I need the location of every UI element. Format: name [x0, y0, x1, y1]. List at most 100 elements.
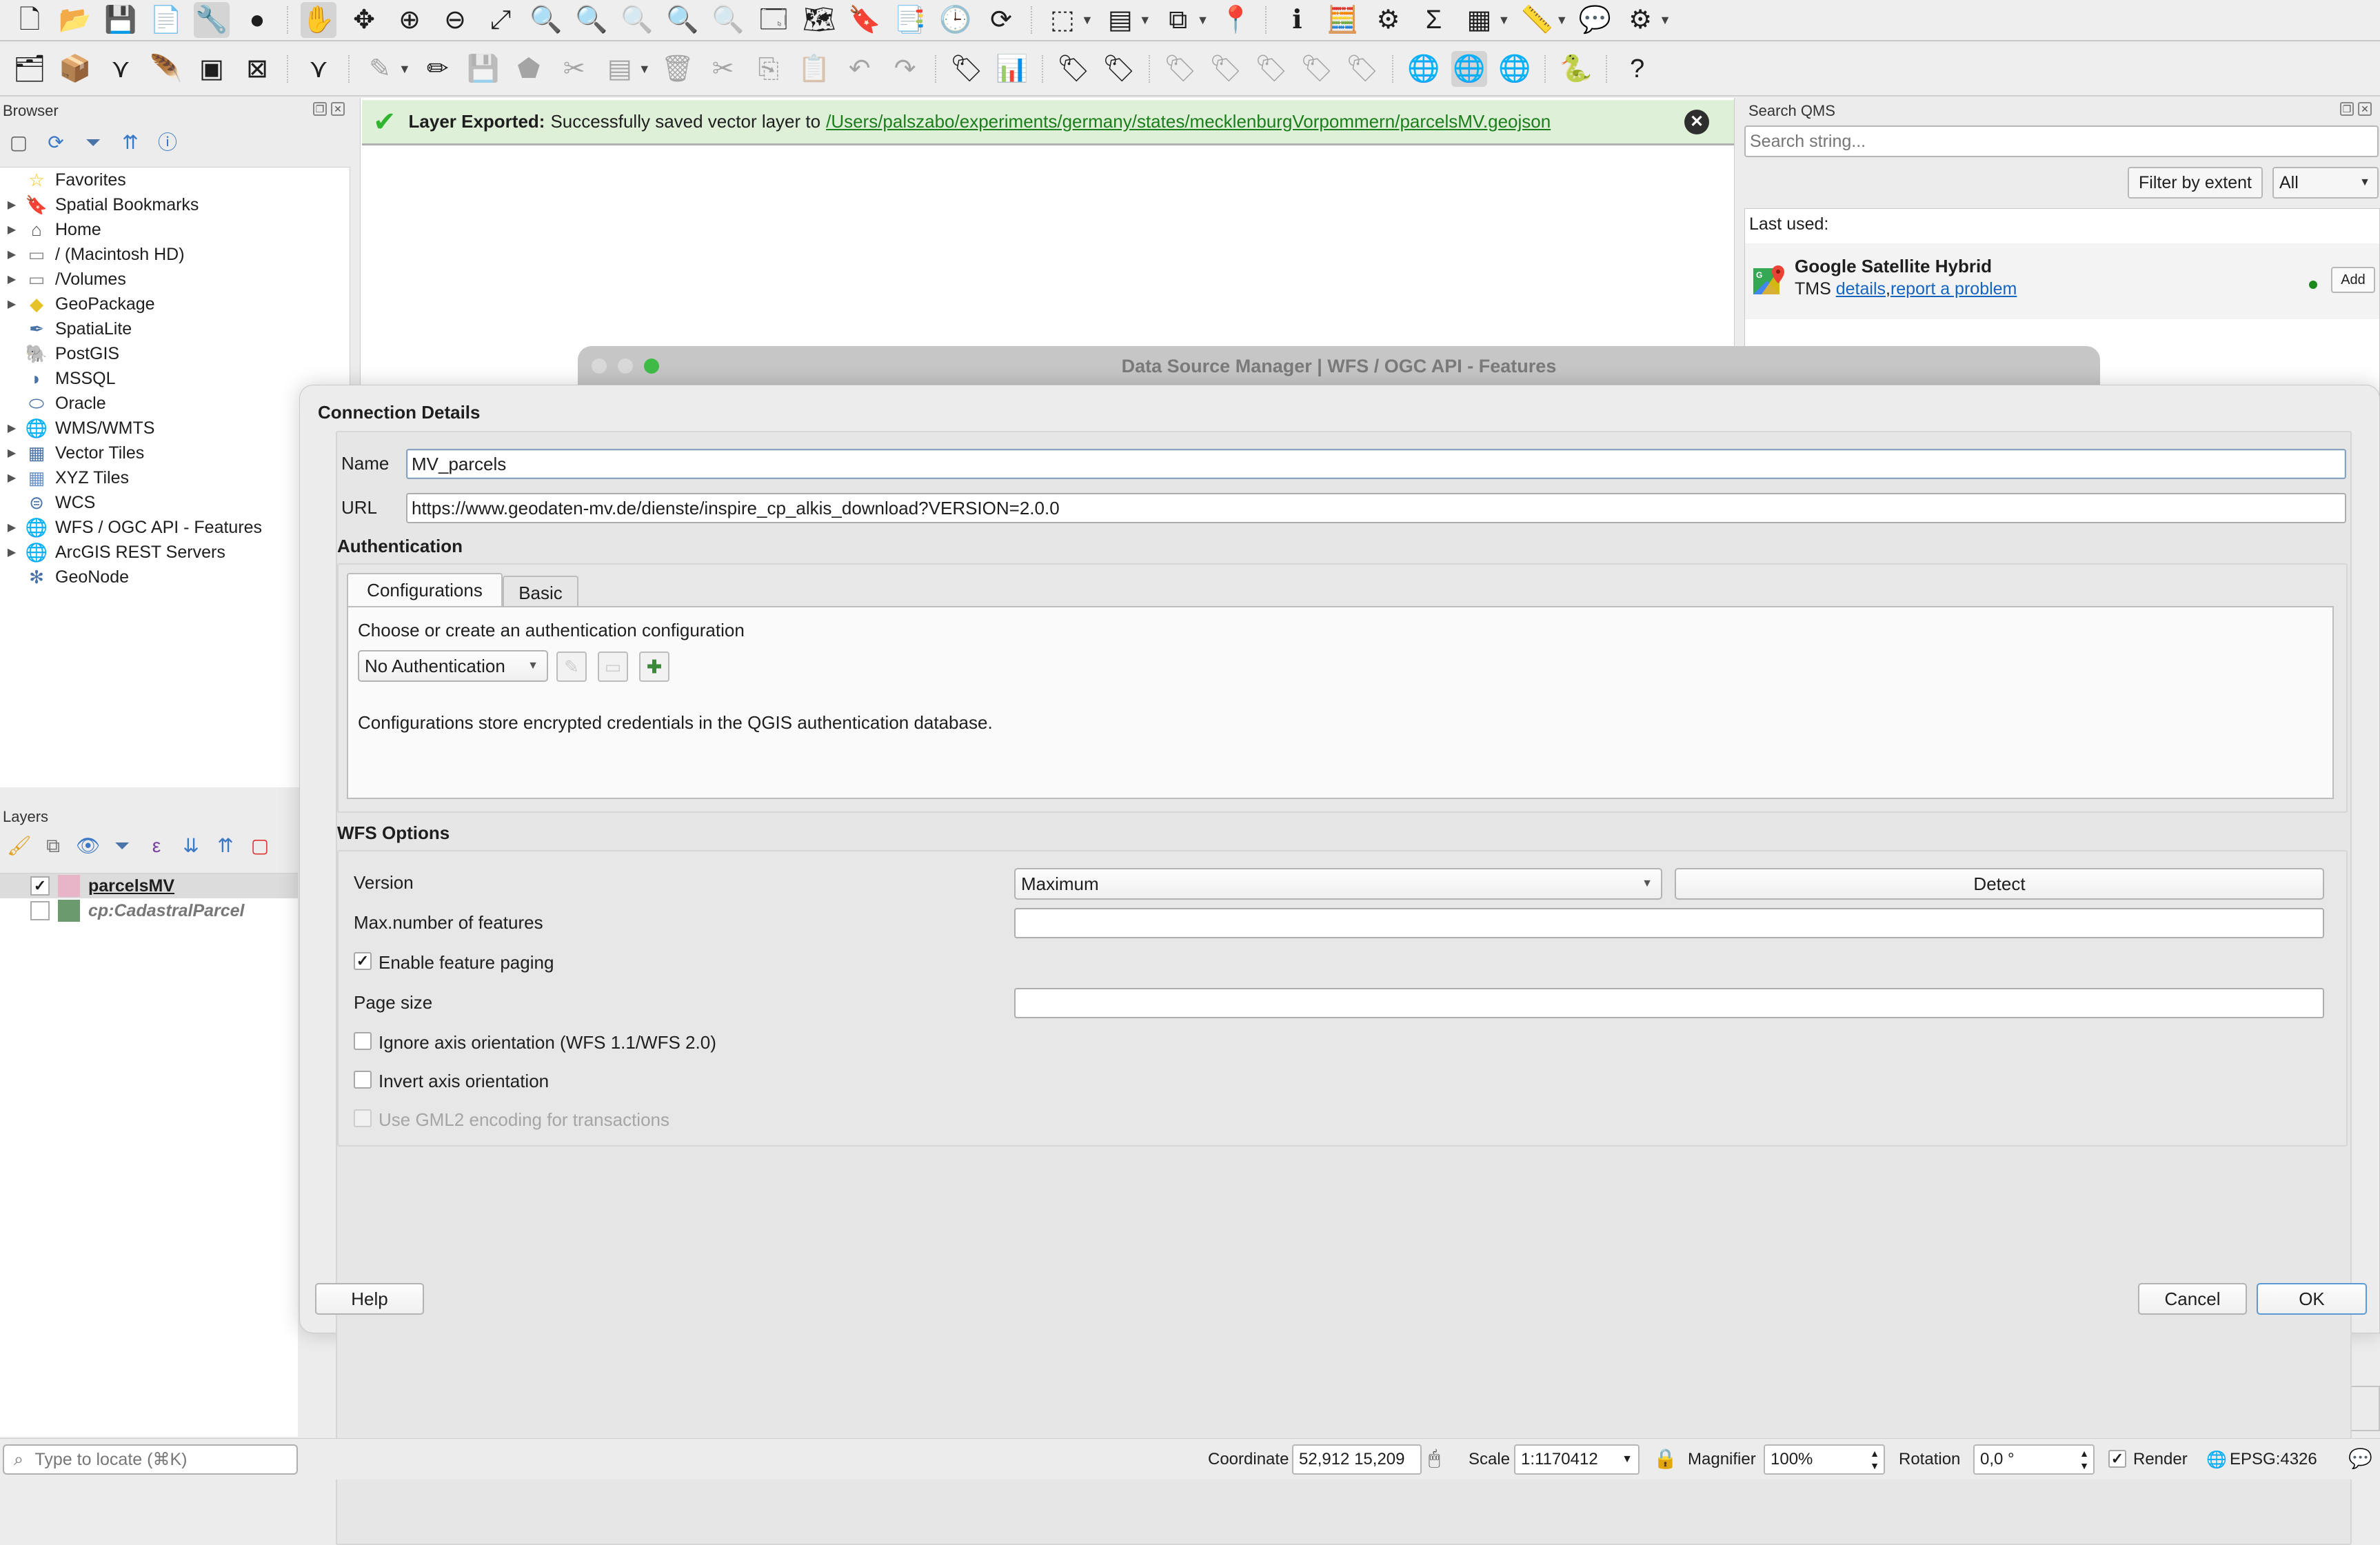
deselect-features-icon[interactable]: ⧉ — [1160, 2, 1196, 38]
browser-item[interactable]: ▶ ⌂ Home — [0, 217, 350, 242]
delete-selected-icon[interactable]: 🗑 — [660, 51, 696, 87]
dropdown-arrow-icon[interactable]: ▼ — [1081, 13, 1093, 28]
qms-search-input[interactable] — [1744, 125, 2379, 157]
browser-item[interactable]: ⬭ Oracle — [0, 391, 350, 416]
tab-configurations[interactable]: Configurations — [347, 573, 503, 607]
float-panel-icon[interactable]: ❐ — [2340, 102, 2354, 116]
layer-visibility-checkbox[interactable] — [30, 901, 50, 920]
expand-arrow-icon[interactable]: ▶ — [1, 421, 22, 435]
browser-item[interactable]: ⊜ WCS — [0, 490, 350, 515]
show-bookmarks-icon[interactable]: 📑 — [892, 2, 928, 38]
paste-features-icon[interactable]: 📋 — [796, 51, 832, 87]
undo-icon[interactable]: ↶ — [842, 51, 878, 87]
map-tips-icon[interactable]: 💬 — [1577, 2, 1613, 38]
detect-button[interactable]: Detect — [1675, 868, 2324, 900]
magnifier-spinbox[interactable]: 100% ▲ ▼ — [1764, 1444, 1885, 1475]
run-action-icon[interactable]: ⚙ — [1622, 2, 1658, 38]
dropdown-arrow-icon[interactable]: ▼ — [638, 62, 651, 77]
processing-toolbox-icon[interactable]: ⚙ — [1370, 2, 1406, 38]
lock-scale-icon[interactable]: 🔒 — [1653, 1447, 1677, 1470]
qms-details-link[interactable]: details — [1836, 279, 1886, 299]
dropdown-arrow-icon[interactable]: ▼ — [1139, 13, 1151, 28]
enable-paging-checkbox[interactable]: ✓ — [354, 952, 372, 970]
layer-symbol-swatch[interactable] — [58, 900, 80, 922]
version-select[interactable]: Maximum ▼ — [1014, 868, 1662, 900]
ok-button[interactable]: OK — [2257, 1283, 2367, 1315]
add-auth-config-button[interactable]: ✚ — [639, 652, 669, 682]
zoom-native-icon[interactable]: 🔍 — [619, 2, 655, 38]
help-icon[interactable]: ? — [1620, 51, 1655, 87]
browser-item[interactable]: ▶ ◆ GeoPackage — [0, 292, 350, 316]
rotation-spinbox[interactable]: 0,0 ° ▲ ▼ — [1973, 1444, 2095, 1475]
float-panel-icon[interactable]: ❐ — [313, 102, 327, 116]
add-selected-layers-icon[interactable]: ▢ — [7, 131, 30, 154]
connection-url-input[interactable] — [406, 493, 2346, 523]
attribute-table-icon[interactable]: ▦ — [1461, 2, 1497, 38]
browser-item[interactable]: ▶ ▦ XYZ Tiles — [0, 465, 350, 490]
change-label-icon[interactable]: 🏷 — [1299, 51, 1335, 87]
browser-item[interactable]: ▶ ▭ /Volumes — [0, 267, 350, 292]
filter-expression-icon[interactable]: ε — [145, 834, 168, 858]
browser-item[interactable]: ▶ 🌐 ArcGIS REST Servers — [0, 540, 350, 565]
style-manager-icon[interactable]: ● — [239, 2, 275, 38]
crs-button[interactable]: EPSG:4326 — [2230, 1450, 2317, 1469]
remove-layer-icon[interactable]: ▢ — [248, 834, 272, 858]
collapse-all-icon[interactable]: ⇈ — [119, 131, 142, 154]
filter-by-extent-button[interactable]: Filter by extent — [2128, 167, 2263, 199]
new-3d-map-view-icon[interactable]: 🗺 — [801, 2, 837, 38]
remove-auth-config-button[interactable]: ▭ — [598, 652, 628, 682]
cancel-button[interactable]: Cancel — [2138, 1283, 2247, 1315]
expand-arrow-icon[interactable]: ▶ — [1, 272, 22, 286]
search-qms-icon[interactable]: 🌐 — [1451, 51, 1487, 87]
save-project-icon[interactable]: 💾 — [103, 2, 139, 38]
new-map-view-icon[interactable]: 🗔 — [756, 2, 791, 38]
dropdown-arrow-icon[interactable]: ▼ — [1497, 13, 1510, 28]
browser-item[interactable]: ▶ 🌐 WMS/WMTS — [0, 416, 350, 441]
dropdown-arrow-icon[interactable]: ▼ — [1659, 13, 1671, 28]
info-icon[interactable]: ⓘ — [156, 131, 179, 154]
new-project-icon[interactable]: 🗋 — [12, 2, 48, 38]
temporal-controller-icon[interactable]: 🕒 — [938, 2, 974, 38]
layer-styling-icon[interactable]: 🖌 — [7, 834, 32, 858]
layer-item[interactable]: ✓ parcelsMV — [0, 874, 298, 898]
pan-map-icon[interactable]: ✋ — [301, 2, 336, 38]
qms-binoculars-icon[interactable]: 🌐 — [1497, 51, 1533, 87]
help-button[interactable]: Help — [315, 1283, 424, 1315]
crs-globe-icon[interactable]: 🌐 — [2206, 1450, 2227, 1470]
new-spatialite-layer-icon[interactable]: 🪶 — [148, 51, 184, 87]
close-message-icon[interactable]: ✕ — [1684, 110, 1709, 134]
expand-all-icon[interactable]: ⇊ — [179, 834, 203, 858]
select-by-value-icon[interactable]: ▤ — [1102, 2, 1138, 38]
filter-icon[interactable]: ⏷ — [81, 131, 105, 154]
expand-arrow-icon[interactable]: ▶ — [1, 521, 22, 534]
expand-arrow-icon[interactable]: ▶ — [1, 471, 22, 485]
show-hide-labels-icon[interactable]: 🏷 — [1162, 51, 1198, 87]
add-polygon-feature-icon[interactable]: ⬟ — [511, 51, 547, 87]
render-checkbox[interactable]: ✓ — [2108, 1450, 2126, 1468]
layer-visibility-checkbox[interactable]: ✓ — [30, 876, 50, 896]
save-edits-icon[interactable]: 💾 — [465, 51, 501, 87]
dropdown-arrow-icon[interactable]: ▼ — [1197, 13, 1209, 28]
browser-item[interactable]: ◗ MSSQL — [0, 366, 350, 391]
auth-config-select[interactable]: No Authentication ▼ — [358, 650, 548, 682]
page-size-input[interactable] — [1014, 988, 2324, 1018]
layout-manager-icon[interactable]: 🔧 — [194, 2, 230, 38]
copy-features-icon[interactable]: ⎘ — [751, 51, 787, 87]
connection-name-input[interactable] — [406, 449, 2346, 479]
vertex-tool-icon[interactable]: ✂ — [556, 51, 592, 87]
expand-arrow-icon[interactable]: ▶ — [1, 297, 22, 311]
browser-item[interactable]: ☆ Favorites — [0, 168, 350, 192]
identify-features-icon[interactable]: ℹ — [1279, 2, 1315, 38]
refresh-icon[interactable]: ⟳ — [44, 131, 68, 154]
browser-item[interactable]: 🐘 PostGIS — [0, 341, 350, 366]
dropdown-arrow-icon[interactable]: ▼ — [1555, 13, 1568, 28]
pan-to-selection-icon[interactable]: ✥ — [346, 2, 382, 38]
expand-arrow-icon[interactable]: ▶ — [1, 223, 22, 236]
close-panel-icon[interactable]: ✕ — [331, 102, 345, 116]
new-temporary-layer-icon[interactable]: ▣ — [194, 51, 230, 87]
zoom-full-icon[interactable]: ⤢ — [483, 2, 518, 38]
zoom-to-layer-icon[interactable]: 🔍 — [574, 2, 609, 38]
exported-file-link[interactable]: /Users/palszabo/experiments/germany/stat… — [826, 111, 1551, 132]
new-mesh-layer-icon[interactable]: ⋎ — [301, 51, 336, 87]
expand-arrow-icon[interactable]: ▶ — [1, 198, 22, 212]
